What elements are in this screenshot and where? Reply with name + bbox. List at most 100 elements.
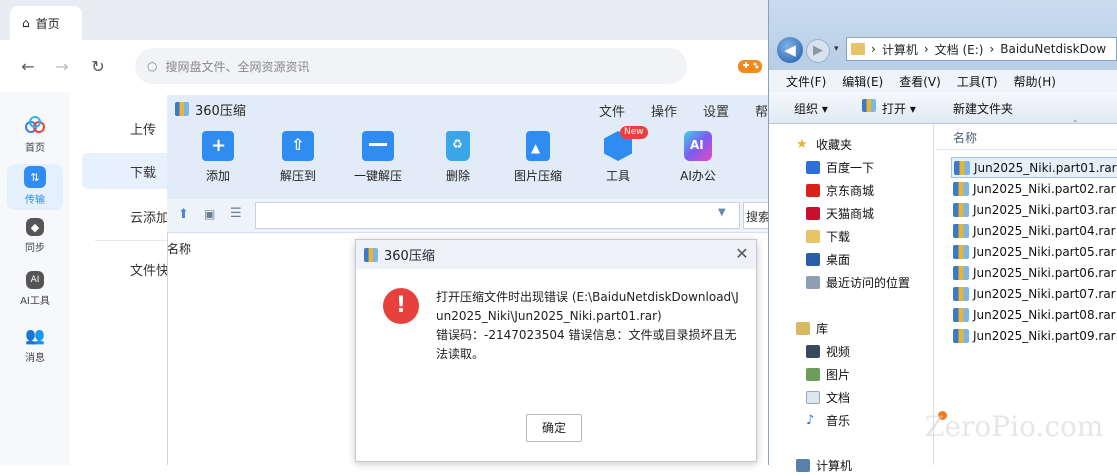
menu-help[interactable]: 帮助(H)	[1006, 73, 1064, 90]
list-view-icon[interactable]: ☰	[230, 206, 242, 221]
nav-computer[interactable]: 计算机	[796, 455, 852, 475]
open-button[interactable]: 打开 ▾	[882, 100, 916, 117]
nav-item-desktop[interactable]: 桌面	[806, 249, 850, 269]
nav-item-baidu[interactable]: 百度一下	[806, 157, 874, 177]
thumbnail-view-icon[interactable]: ▣	[204, 207, 215, 221]
breadcrumb-computer[interactable]: 计算机	[882, 41, 918, 58]
jd-icon	[806, 183, 820, 197]
back-icon[interactable]: ◀	[777, 37, 803, 63]
breadcrumb-baidu-folder[interactable]: BaiduNetdiskDow	[1000, 42, 1106, 56]
nav-libraries[interactable]: 库	[796, 318, 828, 338]
ok-button[interactable]: 确定	[526, 414, 582, 442]
file-item[interactable]: Jun2025_Niki.part01.rar	[951, 157, 1117, 178]
pictures-icon	[806, 367, 820, 381]
computer-icon	[796, 458, 810, 472]
search-input[interactable]: ○ 搜网盘文件、全网资源资讯	[135, 48, 687, 84]
menu-file[interactable]: 文件(F)	[769, 73, 834, 90]
dialog-title: 360压缩	[384, 249, 435, 264]
rar-file-icon	[953, 244, 969, 259]
organize-button[interactable]: 组织 ▾	[794, 100, 828, 117]
rar-file-icon	[954, 160, 970, 175]
panel-label: 上传	[130, 122, 157, 138]
library-icon	[796, 321, 810, 335]
breadcrumb-sep-icon: ›	[871, 42, 876, 56]
tools-button[interactable]: 工具	[583, 131, 653, 191]
sidebar-item-ai-tool[interactable]: AI AI工具	[0, 271, 70, 321]
zip-menu-file[interactable]: 文件	[599, 101, 625, 120]
panel-item-download[interactable]: 下载	[82, 153, 177, 189]
nav-item-pictures[interactable]: 图片	[806, 364, 850, 384]
star-icon: ★	[796, 136, 808, 152]
breadcrumb-sep-icon: ›	[923, 42, 929, 56]
forward-arrow-icon[interactable]: →	[52, 57, 72, 77]
history-dropdown-icon[interactable]: ▾	[834, 44, 839, 54]
menu-view[interactable]: 查看(V)	[891, 73, 949, 90]
sidebar-item-message[interactable]: 👥 消息	[0, 324, 70, 374]
cloud-home-icon	[24, 114, 46, 136]
sort-arrow-icon: ˄	[1073, 120, 1078, 130]
file-item[interactable]: Jun2025_Niki.part02.rar	[951, 178, 1116, 199]
panel-divider	[95, 240, 167, 241]
menu-edit[interactable]: 编辑(E)	[834, 73, 891, 90]
explorer-menu-bar: 文件(F) 编辑(E) 查看(V) 工具(T) 帮助(H)	[769, 70, 1117, 92]
zip-menu-help[interactable]: 帮	[755, 101, 768, 120]
sidebar-item-home[interactable]: 首页	[0, 114, 70, 164]
up-arrow-icon[interactable]: ⬆	[178, 207, 189, 222]
nav-item-jd[interactable]: 京东商城	[806, 180, 874, 200]
menu-tools[interactable]: 工具(T)	[949, 73, 1006, 90]
delete-icon: ♻	[446, 131, 470, 161]
file-item[interactable]: Jun2025_Niki.part08.rar	[951, 304, 1116, 325]
nav-item-tmall[interactable]: 天猫商城	[806, 203, 874, 223]
address-bar[interactable]: › 计算机 › 文档 (E:) › BaiduNetdiskDow	[846, 37, 1117, 61]
nav-label: 视频	[826, 344, 851, 359]
nav-label: 最近访问的位置	[826, 275, 911, 290]
dropdown-arrow-icon[interactable]: ▼	[718, 207, 726, 218]
rar-file-icon	[953, 265, 969, 280]
delete-button[interactable]: ♻ 删除	[423, 131, 493, 191]
toolbar-label: AI办公	[680, 169, 716, 183]
extract-to-button[interactable]: ⇧ 解压到	[263, 131, 333, 191]
forward-icon[interactable]: ▶	[806, 39, 830, 63]
nav-item-videos[interactable]: 视频	[806, 341, 850, 361]
zip-column-name[interactable]: 名称	[167, 240, 191, 257]
tab-home[interactable]: ⌂ 首页	[10, 6, 82, 40]
zip-path-input[interactable]	[255, 202, 740, 229]
nav-item-documents[interactable]: 文档	[806, 387, 850, 407]
toolbar-label: 一键解压	[353, 169, 402, 183]
breadcrumb-documents[interactable]: 文档 (E:)	[935, 41, 984, 58]
nav-item-music[interactable]: ♪ 音乐	[806, 410, 850, 430]
image-compress-button[interactable]: ▲ 图片压缩	[503, 131, 573, 191]
file-name: Jun2025_Niki.part07.rar	[973, 286, 1116, 301]
nav-favorites[interactable]: ★ 收藏夹	[796, 134, 852, 154]
back-arrow-icon[interactable]: ←	[18, 57, 38, 77]
panel-item-upload[interactable]: 上传	[82, 110, 177, 146]
new-badge: New	[620, 126, 648, 139]
game-controller-icon[interactable]	[737, 55, 763, 77]
panel-item-file-quick[interactable]: 文件快	[82, 251, 177, 287]
file-item[interactable]: Jun2025_Niki.part05.rar	[951, 241, 1116, 262]
add-button[interactable]: + 添加	[183, 131, 253, 191]
panel-item-cloud-add[interactable]: 云添加	[82, 198, 177, 234]
zip-menu-settings[interactable]: 设置	[703, 101, 729, 120]
file-item[interactable]: Jun2025_Niki.part07.rar	[951, 283, 1116, 304]
file-item[interactable]: Jun2025_Niki.part03.rar	[951, 199, 1116, 220]
dialog-app-icon	[364, 247, 378, 262]
file-item[interactable]: Jun2025_Niki.part04.rar	[951, 220, 1116, 241]
panel-label: 下载	[130, 165, 157, 181]
file-item[interactable]: Jun2025_Niki.part09.rar	[951, 325, 1116, 346]
column-header-name[interactable]: 名称	[936, 124, 1117, 150]
sidebar-item-sync[interactable]: ◆ 同步	[0, 218, 70, 268]
toolbar-label: 工具	[605, 169, 630, 183]
nav-item-recent[interactable]: 最近访问的位置	[806, 272, 910, 292]
zip-menu-operate[interactable]: 操作	[651, 101, 677, 120]
new-folder-button[interactable]: 新建文件夹	[953, 100, 1013, 117]
one-click-extract-button[interactable]: 一键解压	[343, 131, 413, 191]
close-icon[interactable]: ✕	[733, 245, 751, 263]
refresh-icon[interactable]: ↻	[88, 57, 108, 77]
dialog-title-bar: 360压缩	[356, 240, 756, 269]
nav-label: 天猫商城	[826, 206, 875, 221]
sidebar-item-transfer[interactable]: ⇅ 传输	[7, 164, 63, 210]
nav-item-downloads[interactable]: 下载	[806, 226, 850, 246]
file-item[interactable]: Jun2025_Niki.part06.rar	[951, 262, 1116, 283]
ai-office-button[interactable]: AI AI办公	[663, 131, 733, 191]
